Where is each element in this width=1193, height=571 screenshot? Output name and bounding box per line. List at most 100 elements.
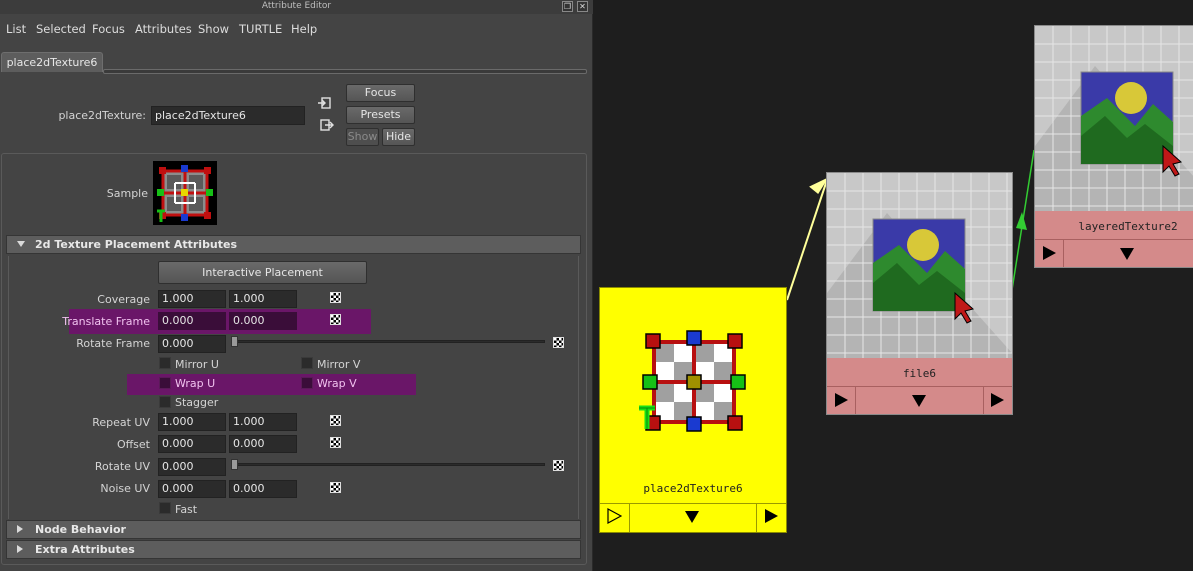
expand-attributes-icon[interactable] bbox=[684, 510, 700, 528]
layered-node-name[interactable]: layeredTexture2 bbox=[1053, 220, 1193, 233]
repeat-v-field[interactable]: 1.000 bbox=[229, 413, 297, 431]
output-port-icon[interactable] bbox=[989, 392, 1005, 412]
rotate-uv-slider-handle[interactable] bbox=[231, 459, 238, 470]
place2dtexture-node-name[interactable]: place2dTexture6 bbox=[600, 482, 786, 495]
translate-frame-u-field[interactable]: 0.000 bbox=[158, 312, 226, 330]
wrap-u-label: Wrap U bbox=[175, 377, 216, 390]
menu-help[interactable]: Help bbox=[291, 22, 317, 36]
expand-attributes-icon[interactable] bbox=[911, 394, 927, 412]
noise-v-field[interactable]: 0.000 bbox=[229, 480, 297, 498]
section-title: Extra Attributes bbox=[35, 543, 135, 556]
rotate-uv-field[interactable]: 0.000 bbox=[158, 458, 226, 476]
presets-button[interactable]: Presets bbox=[346, 106, 415, 124]
layered-texture-node[interactable]: layeredTexture2 bbox=[1034, 25, 1193, 268]
expand-attributes-icon[interactable] bbox=[1119, 247, 1135, 265]
file-texture-swatch bbox=[827, 173, 1012, 358]
place2dtexture-icon bbox=[638, 326, 750, 436]
input-port-icon[interactable] bbox=[833, 392, 849, 412]
node-divider bbox=[983, 386, 984, 414]
file-node[interactable]: file6 bbox=[826, 172, 1013, 415]
node-divider bbox=[1035, 239, 1193, 240]
restore-window-icon[interactable]: ❐ bbox=[562, 1, 573, 12]
mirror-v-checkbox[interactable] bbox=[301, 357, 313, 369]
node-divider bbox=[600, 503, 786, 504]
translate-frame-label: Translate Frame bbox=[62, 315, 150, 328]
wrap-v-checkbox[interactable] bbox=[301, 377, 313, 389]
node-name-field[interactable]: place2dTexture6 bbox=[151, 106, 305, 125]
node-tab-strip: place2dTexture6 bbox=[0, 52, 593, 74]
rotate-frame-slider-track[interactable] bbox=[231, 340, 545, 343]
mirror-v-label: Mirror V bbox=[317, 358, 361, 371]
rotate-frame-field[interactable]: 0.000 bbox=[158, 335, 226, 353]
coverage-v-field[interactable]: 1.000 bbox=[229, 290, 297, 308]
stagger-checkbox[interactable] bbox=[159, 396, 171, 408]
menu-bar: List Selected Focus Attributes Show TURT… bbox=[0, 14, 593, 44]
menu-attributes[interactable]: Attributes bbox=[135, 22, 192, 36]
section-title: 2d Texture Placement Attributes bbox=[35, 238, 238, 251]
show-button[interactable]: Show bbox=[346, 128, 379, 146]
section-extra-attributes[interactable]: Extra Attributes bbox=[6, 540, 581, 559]
mirror-u-label: Mirror U bbox=[175, 358, 219, 371]
stagger-label: Stagger bbox=[175, 396, 219, 409]
section-title: Node Behavior bbox=[35, 523, 126, 536]
hide-button[interactable]: Hide bbox=[382, 128, 415, 146]
output-connection-icon[interactable] bbox=[320, 119, 334, 132]
offset-u-field[interactable]: 0.000 bbox=[158, 435, 226, 453]
menu-turtle[interactable]: TURTLE bbox=[239, 22, 282, 36]
rotate-frame-slider-handle[interactable] bbox=[231, 336, 238, 347]
menu-list[interactable]: List bbox=[6, 22, 26, 36]
file-node-name[interactable]: file6 bbox=[827, 367, 1012, 380]
section-2d-texture-placement[interactable]: 2d Texture Placement Attributes bbox=[6, 235, 581, 254]
wrap-u-checkbox[interactable] bbox=[159, 377, 171, 389]
tab-place2dtexture6[interactable]: place2dTexture6 bbox=[1, 52, 103, 72]
expand-triangle-icon bbox=[17, 525, 23, 533]
place2dtexture-node[interactable]: place2dTexture6 bbox=[599, 287, 787, 533]
repeat-u-field[interactable]: 1.000 bbox=[158, 413, 226, 431]
interactive-placement-button[interactable]: Interactive Placement bbox=[158, 261, 367, 284]
node-type-label: place2dTexture: bbox=[58, 109, 146, 122]
fast-checkbox[interactable] bbox=[159, 502, 171, 514]
node-divider bbox=[855, 386, 856, 414]
rotate-uv-slider-track[interactable] bbox=[231, 463, 545, 466]
menu-selected[interactable]: Selected bbox=[36, 22, 86, 36]
place-to-file-connection[interactable] bbox=[786, 179, 828, 301]
wrap-v-label: Wrap V bbox=[317, 377, 357, 390]
repeat-uv-label: Repeat UV bbox=[92, 416, 150, 429]
rotate-frame-map-icon[interactable] bbox=[553, 337, 564, 348]
input-port-icon[interactable] bbox=[606, 507, 623, 528]
attribute-editor-panel: Attribute Editor ❐ ✕ List Selected Focus… bbox=[0, 0, 593, 571]
mirror-u-checkbox[interactable] bbox=[159, 357, 171, 369]
offset-label: Offset bbox=[116, 438, 150, 451]
input-port-icon[interactable] bbox=[1041, 245, 1057, 265]
menu-focus[interactable]: Focus bbox=[92, 22, 125, 36]
node-divider bbox=[1063, 239, 1064, 267]
window-title: Attribute Editor bbox=[261, 1, 332, 11]
node-divider bbox=[629, 503, 630, 532]
coverage-label: Coverage bbox=[97, 293, 150, 306]
focus-button[interactable]: Focus bbox=[346, 84, 415, 102]
noise-u-field[interactable]: 0.000 bbox=[158, 480, 226, 498]
rotate-uv-map-icon[interactable] bbox=[553, 460, 564, 471]
input-connection-icon[interactable] bbox=[318, 97, 332, 109]
tab-strip-bar bbox=[103, 69, 587, 74]
window-title-bar: Attribute Editor ❐ ✕ bbox=[0, 0, 593, 14]
coverage-map-icon[interactable] bbox=[330, 292, 341, 303]
noise-uv-map-icon[interactable] bbox=[330, 482, 341, 493]
node-divider bbox=[756, 503, 757, 532]
repeat-uv-map-icon[interactable] bbox=[330, 415, 341, 426]
close-window-icon[interactable]: ✕ bbox=[577, 1, 588, 12]
coverage-u-field[interactable]: 1.000 bbox=[158, 290, 226, 308]
fast-label: Fast bbox=[175, 503, 198, 516]
offset-map-icon[interactable] bbox=[330, 437, 341, 448]
translate-frame-v-field[interactable]: 0.000 bbox=[229, 312, 297, 330]
translate-frame-map-icon[interactable] bbox=[330, 314, 341, 325]
layered-texture-swatch bbox=[1035, 26, 1193, 211]
output-port-icon[interactable] bbox=[763, 508, 779, 528]
collapse-triangle-icon bbox=[17, 241, 25, 247]
menu-show[interactable]: Show bbox=[198, 22, 229, 36]
rotate-frame-label: Rotate Frame bbox=[76, 337, 150, 350]
offset-v-field[interactable]: 0.000 bbox=[229, 435, 297, 453]
rotate-uv-label: Rotate UV bbox=[94, 460, 150, 473]
section-node-behavior[interactable]: Node Behavior bbox=[6, 520, 581, 539]
sample-swatch[interactable] bbox=[153, 161, 217, 225]
